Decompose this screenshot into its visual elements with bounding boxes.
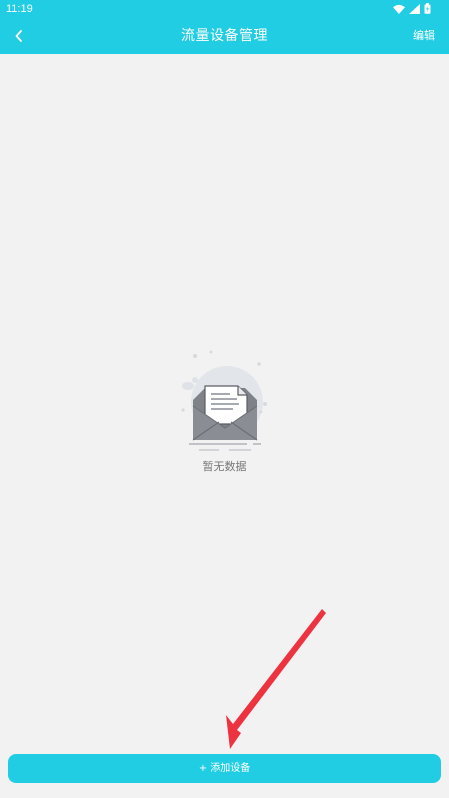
page-title: 流量设备管理 bbox=[181, 28, 268, 44]
empty-text: 暂无数据 bbox=[202, 460, 247, 473]
device-management-screen: 11:19 流量设备管理 编辑 暂无数据 + 添加设备 bbox=[0, 0, 449, 798]
status-icons bbox=[393, 3, 431, 14]
signal-icon bbox=[409, 3, 420, 14]
wifi-icon bbox=[393, 4, 405, 14]
add-device-button[interactable]: + 添加设备 bbox=[8, 754, 441, 783]
status-bar: 11:19 bbox=[0, 0, 449, 18]
status-time: 11:19 bbox=[6, 3, 33, 15]
edit-button[interactable]: 编辑 bbox=[413, 18, 435, 54]
annotation-arrow-icon bbox=[226, 609, 326, 749]
empty-envelope-icon bbox=[180, 350, 267, 451]
app-bar: 流量设备管理 编辑 bbox=[0, 18, 449, 54]
battery-icon bbox=[424, 3, 431, 14]
empty-state: 暂无数据 bbox=[0, 350, 449, 474]
